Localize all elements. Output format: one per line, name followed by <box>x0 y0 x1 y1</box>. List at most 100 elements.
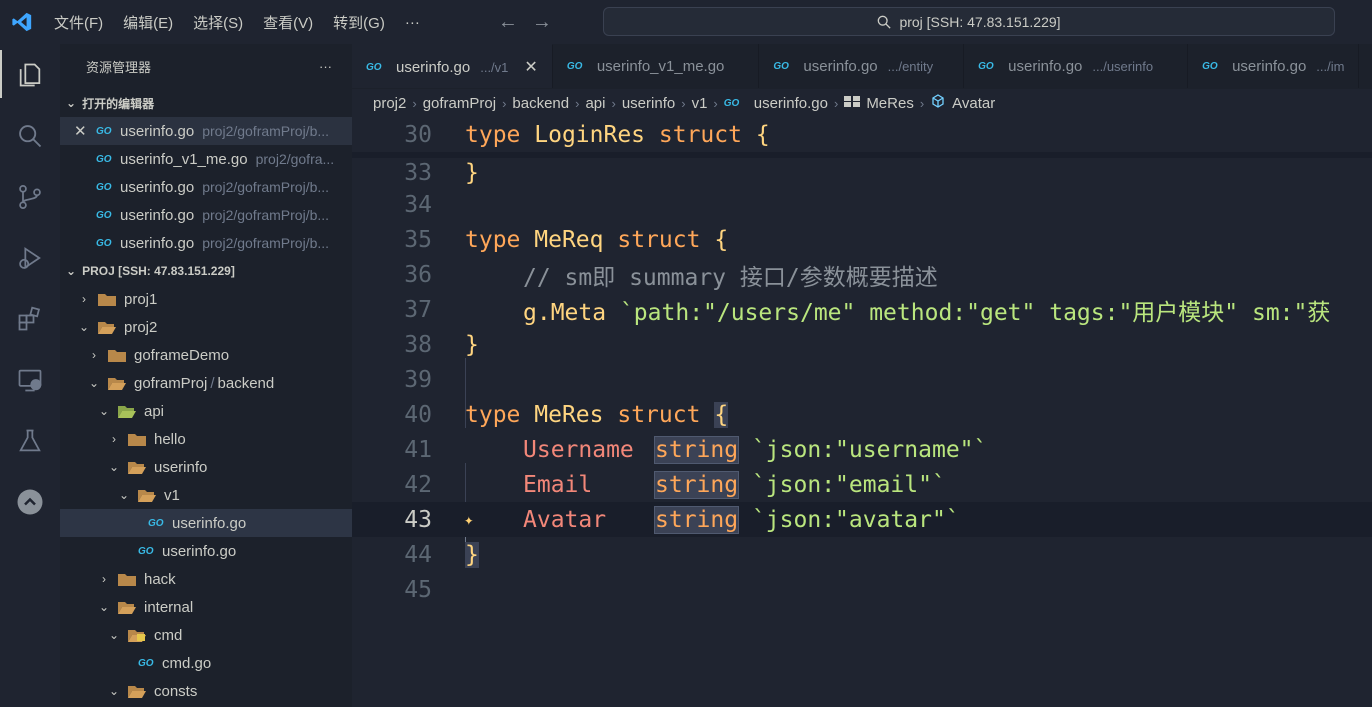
close-tab-icon[interactable]: ✕ <box>524 57 537 77</box>
tab-userinfo-go-im[interactable]: GO userinfo.go .../im <box>1188 44 1360 88</box>
extensions-icon[interactable] <box>0 288 60 349</box>
code-line: 44 } <box>404 541 479 568</box>
code-line: 40 type MeRes struct { <box>404 401 729 428</box>
testing-icon[interactable] <box>0 410 60 471</box>
tree-folder-goframedemo[interactable]: › goframeDemo <box>60 341 352 369</box>
code-line: 45 <box>404 576 432 603</box>
tree-file-userinfo-go-v1[interactable]: GO userinfo.go <box>60 509 352 537</box>
menu-goto[interactable]: 转到(G) <box>323 12 395 33</box>
menu-more[interactable]: ··· <box>395 14 430 31</box>
code-line-current: 43 ✦ Avatar string `json:"avatar"` <box>352 502 1372 537</box>
code-line: 42 Email string `json:"email"` <box>404 470 946 499</box>
open-editors-header[interactable]: ⌄ 打开的编辑器 <box>60 89 352 117</box>
sidebar-title: 资源管理器 <box>86 60 152 75</box>
tree-folder-internal[interactable]: ⌄ internal <box>60 593 352 621</box>
folder-open-icon <box>98 320 116 334</box>
chevron-right-icon: › <box>92 348 96 362</box>
chevron-right-icon: › <box>412 95 417 111</box>
open-editor-item[interactable]: ✕ GO userinfo.go proj2/goframProj/b... <box>60 117 352 145</box>
go-file-icon: GO <box>96 237 112 249</box>
chevron-right-icon: › <box>713 95 718 111</box>
chevron-right-icon: › <box>575 95 580 111</box>
folder-icon <box>128 432 146 446</box>
menu-selection[interactable]: 选择(S) <box>183 12 253 33</box>
tree-file-userinfo-go[interactable]: GO userinfo.go <box>60 537 352 565</box>
tab-userinfo-go-entity[interactable]: GO userinfo.go .../entity <box>759 44 965 88</box>
code-line: 37 g.Meta `path:"/users/me" method:"get"… <box>404 296 1331 326</box>
explorer-icon[interactable] <box>0 44 60 105</box>
tree-folder-api[interactable]: ⌄ api <box>60 397 352 425</box>
breadcrumb-item[interactable]: Avatar <box>952 95 995 112</box>
chevron-down-icon: ⌄ <box>88 376 100 390</box>
breadcrumb-item[interactable]: userinfo <box>622 95 675 112</box>
menu-file[interactable]: 文件(F) <box>44 12 113 33</box>
chevron-down-icon: ⌄ <box>108 460 120 474</box>
search-icon <box>878 15 892 29</box>
vscode-logo-icon <box>0 0 44 44</box>
breadcrumb-item[interactable]: userinfo.go <box>754 95 828 112</box>
chevron-right-icon: › <box>82 292 86 306</box>
breadcrumb-item[interactable]: MeRes <box>866 95 914 112</box>
breadcrumb-item[interactable]: api <box>585 95 605 112</box>
tree-file-cmd-go[interactable]: GO cmd.go <box>60 649 352 677</box>
code-line: 36 // sm即 summary 接口/参数概要描述 <box>404 261 938 291</box>
menu-edit[interactable]: 编辑(E) <box>113 12 183 33</box>
chevron-right-icon: › <box>919 95 925 111</box>
chevron-down-icon: ⌄ <box>98 404 110 418</box>
tree-folder-userinfo[interactable]: ⌄ userinfo <box>60 453 352 481</box>
remote-explorer-icon[interactable] <box>0 349 60 410</box>
open-editor-item[interactable]: GO userinfo.go proj2/goframProj/b... <box>60 229 352 257</box>
workspace-header[interactable]: ⌄ PROJ [SSH: 47.83.151.229] <box>60 257 352 285</box>
folder-icon <box>98 292 116 306</box>
activity-bar <box>0 44 60 707</box>
back-arrow-icon[interactable]: ← <box>498 11 518 34</box>
open-editor-item[interactable]: GO userinfo_v1_me.go proj2/gofra... <box>60 145 352 173</box>
chevron-down-icon: ⌄ <box>98 600 110 614</box>
tree-folder-goframproj-backend[interactable]: ⌄ goframProj / backend <box>60 369 352 397</box>
code-line: 39 <box>404 366 432 393</box>
tree-folder-cmd[interactable]: ⌄ cmd <box>60 621 352 649</box>
folder-open-icon <box>138 488 156 502</box>
tree-folder-proj1[interactable]: › proj1 <box>60 285 352 313</box>
tab-userinfo-go-userinfo[interactable]: GO userinfo.go .../userinfo <box>964 44 1189 88</box>
copilot-sparkle-icon[interactable]: ✦ <box>464 510 474 529</box>
close-icon[interactable]: ✕ <box>74 122 96 140</box>
tree-folder-v1[interactable]: ⌄ v1 <box>60 481 352 509</box>
breadcrumb-item[interactable]: goframProj <box>423 95 496 112</box>
chevron-down-icon: ⌄ <box>108 684 120 698</box>
go-file-icon: GO <box>138 657 154 669</box>
tab-userinfo-v1-me-go[interactable]: GO userinfo_v1_me.go <box>553 44 760 88</box>
breadcrumb-item[interactable]: v1 <box>692 95 708 112</box>
open-editor-item[interactable]: GO userinfo.go proj2/goframProj/b... <box>60 201 352 229</box>
editor-tabs: GO userinfo.go .../v1 ✕ GO userinfo_v1_m… <box>352 44 1372 89</box>
tree-folder-consts[interactable]: ⌄ consts <box>60 677 352 705</box>
explorer-sidebar: 资源管理器 ··· ⌄ 打开的编辑器 ✕ GO userinfo.go proj… <box>60 44 352 707</box>
open-editor-item[interactable]: GO userinfo.go proj2/goframProj/b... <box>60 173 352 201</box>
struct-icon <box>844 94 861 112</box>
forward-arrow-icon[interactable]: → <box>532 11 552 34</box>
chevron-right-icon: › <box>112 432 116 446</box>
go-file-icon: GO <box>96 125 112 137</box>
folder-icon <box>108 348 126 362</box>
run-debug-icon[interactable] <box>0 227 60 288</box>
code-editor[interactable]: 30 type LoginRes struct { 33 } 34 35 typ… <box>352 117 1372 707</box>
chevron-right-icon: › <box>833 95 839 111</box>
command-center-search[interactable]: proj [SSH: 47.83.151.229] <box>603 7 1335 36</box>
breadcrumb-item[interactable]: proj2 <box>373 95 406 112</box>
folder-open-icon <box>128 684 146 698</box>
source-control-icon[interactable] <box>0 166 60 227</box>
tree-folder-hello[interactable]: › hello <box>60 425 352 453</box>
search-icon[interactable] <box>0 105 60 166</box>
tab-userinfo-go-v1[interactable]: GO userinfo.go .../v1 ✕ <box>352 44 553 88</box>
code-line: 33 } <box>352 152 1372 187</box>
folder-icon <box>118 572 136 586</box>
more-actions-button[interactable]: ··· <box>319 59 332 74</box>
code-line: 35 type MeReq struct { <box>404 226 729 253</box>
tree-folder-hack[interactable]: › hack <box>60 565 352 593</box>
menu-view[interactable]: 查看(V) <box>253 12 323 33</box>
gitlens-icon[interactable] <box>0 471 60 532</box>
folder-open-icon <box>118 600 136 614</box>
tree-folder-proj2[interactable]: ⌄ proj2 <box>60 313 352 341</box>
go-file-icon: GO <box>1202 61 1218 72</box>
breadcrumb-item[interactable]: backend <box>512 95 569 112</box>
